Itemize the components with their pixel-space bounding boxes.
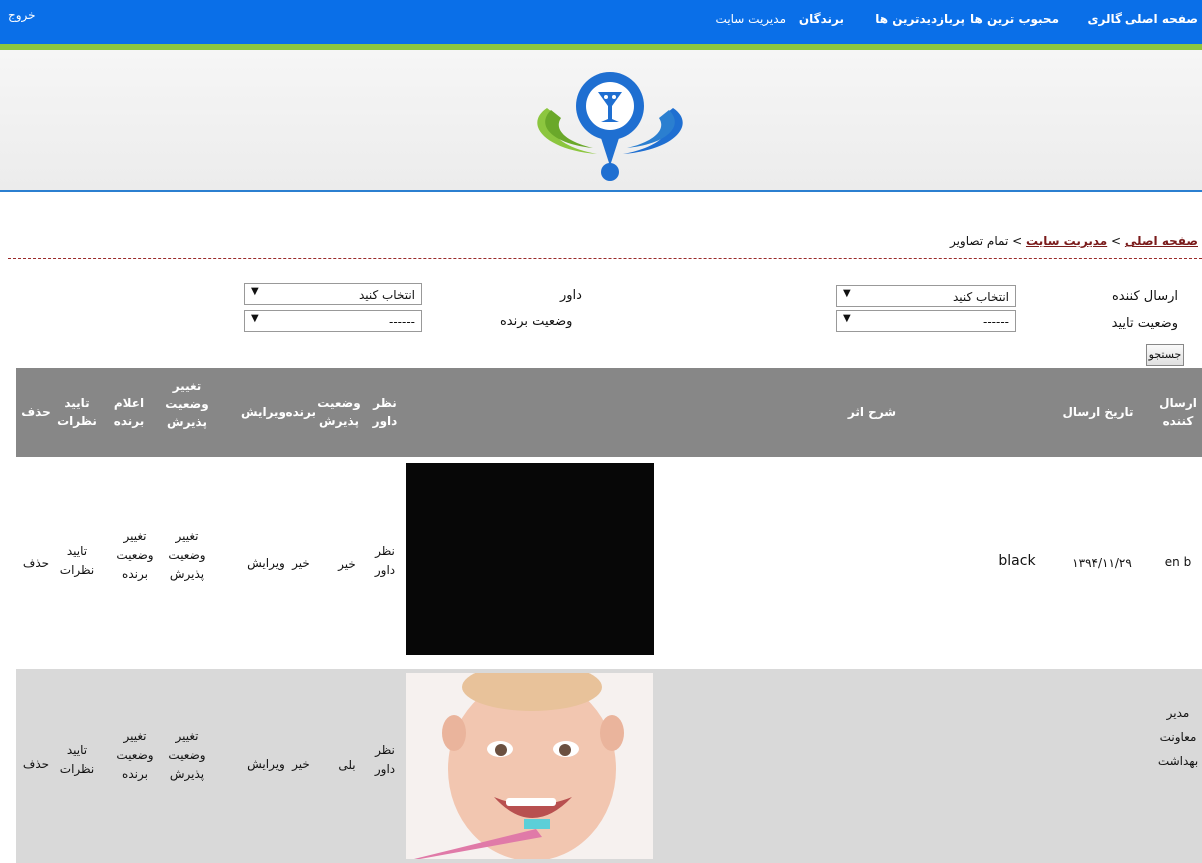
table-row: en b ۱۳۹۴/۱۱/۲۹ black نظر داور خیر خیر و… [16, 457, 1202, 670]
header-judge-opinion[interactable]: نظر داور [368, 394, 402, 430]
header-announce-winner[interactable]: اعلام برنده [109, 394, 149, 430]
judge-filter-label: داور [560, 288, 582, 303]
edit-link[interactable]: ویرایش [246, 755, 286, 774]
chevron-down-icon: ▼ [251, 313, 259, 324]
approval-filter-label: وضعیت تایید [1111, 316, 1178, 331]
logout-link[interactable]: خروج [8, 8, 36, 22]
approval-select[interactable]: ------ ▼ [836, 310, 1016, 332]
header-delete[interactable]: حذف [16, 403, 56, 421]
judge-opinion-link[interactable]: نظر داور [368, 542, 402, 580]
nav-most-viewed[interactable]: پربازدیدترین ها [875, 12, 965, 26]
search-button[interactable]: جستجو [1146, 344, 1184, 366]
breadcrumb: صفحه اصلی > مدیریت سایت > تمام تصاویر [950, 234, 1198, 248]
cell-sender: مدیر معاونت بهداشت [1157, 706, 1199, 768]
nav-favorites[interactable]: محبوب ترین ها [970, 12, 1059, 26]
winner-filter-label: وضعیت برنده [500, 314, 573, 329]
breadcrumb-admin-link[interactable]: مدیریت سایت [1026, 234, 1107, 248]
nav-site-admin[interactable]: مدیریت سایت [716, 12, 786, 26]
table-header: ارسال کننده تاریخ ارسال شرح اثر نظر داور… [16, 368, 1202, 457]
header-edit[interactable]: ویرایش [241, 403, 286, 421]
baby-photo-icon [406, 673, 653, 859]
breadcrumb-home-link[interactable]: صفحه اصلی [1125, 234, 1198, 248]
winner-select-value: ------ [389, 315, 415, 329]
edit-link[interactable]: ویرایش [246, 554, 286, 573]
delete-link[interactable]: حذف [16, 755, 56, 774]
judge-select[interactable]: انتخاب کنید ▼ [244, 283, 422, 305]
delete-link[interactable]: حذف [16, 554, 56, 573]
header-change-acceptance[interactable]: تغییر وضعیت پذیرش [161, 377, 213, 431]
header-date[interactable]: تاریخ ارسال [1058, 403, 1138, 421]
breadcrumb-divider [8, 258, 1202, 259]
cell-date: ۱۳۹۴/۱۱/۲۹ [1072, 556, 1132, 570]
approval-select-value: ------ [983, 315, 1009, 329]
cell-winner: خیر [292, 757, 310, 771]
site-logo-icon [537, 72, 683, 181]
header-description[interactable]: شرح اثر [822, 403, 922, 421]
top-nav-bar: صفحه اصلی گالری محبوب ترین ها پربازدیدتر… [0, 0, 1202, 44]
sender-select[interactable]: انتخاب کنید ▼ [836, 285, 1016, 307]
cell-acceptance: خیر [338, 557, 356, 571]
header-acceptance[interactable]: وضعیت پذیرش [313, 394, 365, 430]
change-acceptance-link[interactable]: تغییر وضعیت پذیرش [161, 727, 213, 784]
approve-comments-link[interactable]: تایید نظرات [56, 741, 98, 779]
cell-winner: خیر [292, 556, 310, 570]
nav-home[interactable]: صفحه اصلی [1125, 12, 1198, 26]
chevron-down-icon: ▼ [251, 286, 259, 297]
winner-select[interactable]: ------ ▼ [244, 310, 422, 332]
breadcrumb-separator: > [1008, 234, 1026, 248]
change-winner-link[interactable]: تغییر وضعیت برنده [109, 727, 161, 784]
breadcrumb-current: تمام تصاویر [949, 234, 1009, 248]
header-sender[interactable]: ارسال کننده [1156, 394, 1200, 430]
banner-divider [0, 190, 1202, 192]
chevron-down-icon: ▼ [843, 313, 851, 324]
change-acceptance-link[interactable]: تغییر وضعیت پذیرش [161, 527, 213, 584]
header-winner[interactable]: برنده [286, 403, 317, 421]
approve-comments-link[interactable]: تایید نظرات [56, 542, 98, 580]
sender-select-value: انتخاب کنید [952, 290, 1009, 304]
nav-winners[interactable]: برندگان [799, 12, 844, 26]
header-approve-comments[interactable]: تایید نظرات [56, 394, 98, 430]
artwork-thumbnail[interactable] [406, 463, 654, 655]
sender-filter-label: ارسال کننده [1112, 289, 1178, 304]
judge-select-value: انتخاب کنید [358, 288, 415, 302]
breadcrumb-separator: > [1107, 234, 1125, 248]
cell-sender: en b [1164, 555, 1192, 569]
chevron-down-icon: ▼ [843, 288, 851, 299]
change-winner-link[interactable]: تغییر وضعیت برنده [109, 527, 161, 584]
judge-opinion-link[interactable]: نظر داور [368, 741, 402, 779]
table-row: مدیر معاونت بهداشت نظر داور بلی خیر ویرا… [16, 669, 1202, 863]
cell-acceptance: بلی [338, 758, 356, 772]
nav-gallery[interactable]: گالری [1088, 12, 1122, 26]
artwork-thumbnail[interactable] [406, 673, 653, 859]
cell-description: black [998, 553, 1036, 569]
